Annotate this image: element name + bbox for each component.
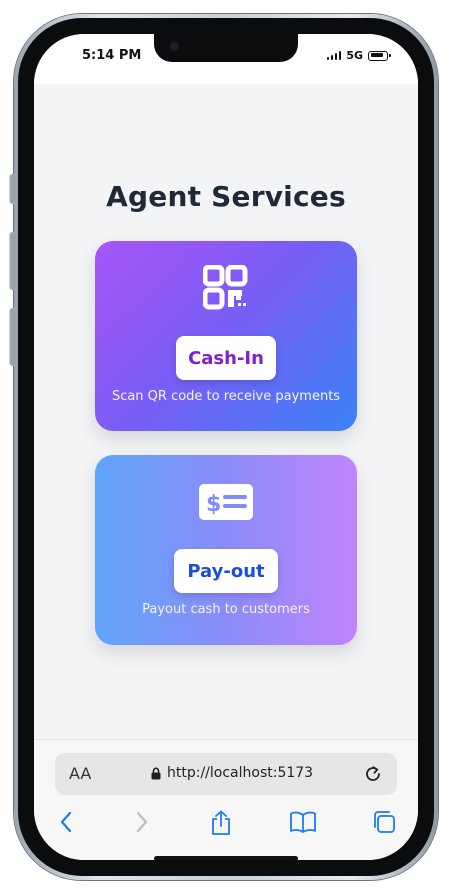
notch (154, 34, 298, 62)
home-indicator[interactable] (154, 856, 298, 860)
volume-up-button (9, 232, 15, 290)
cash-in-button[interactable]: Cash-In (176, 336, 276, 380)
back-icon[interactable] (58, 810, 76, 834)
payout-description: Payout cash to customers (142, 602, 310, 617)
lock-icon (151, 767, 161, 779)
browser-toolbar (34, 810, 418, 840)
url-text: http://localhost:5173 (167, 765, 314, 781)
reload-icon[interactable] (363, 764, 383, 784)
page-title: Agent Services (106, 180, 346, 213)
status-bar: 5:14 PM 5G (34, 34, 418, 84)
tabs-icon[interactable] (372, 810, 396, 834)
cash-in-card[interactable]: Cash-In Scan QR code to receive payments (95, 241, 357, 431)
payout-button[interactable]: Pay-out (174, 549, 278, 593)
share-icon[interactable] (210, 810, 232, 836)
status-time: 5:14 PM (82, 48, 142, 63)
url-field[interactable]: http://localhost:5173 (151, 765, 313, 781)
status-indicators: 5G (326, 49, 391, 62)
forward-icon[interactable] (132, 810, 150, 834)
camera-icon (170, 42, 179, 51)
browser-bar: AA http://localhost:5173 (34, 739, 418, 860)
volume-down-button (9, 308, 15, 366)
text-size-button[interactable]: AA (69, 764, 91, 783)
bookmarks-icon[interactable] (289, 810, 317, 834)
address-bar[interactable]: AA http://localhost:5173 (55, 753, 397, 795)
cash-icon: $ (199, 484, 253, 520)
signal-icon (326, 51, 342, 60)
text-size-label: AA (69, 764, 92, 783)
qr-code-icon (203, 265, 248, 310)
screen: 5:14 PM 5G Agent Services Cash-In Scan Q… (34, 34, 418, 860)
cash-in-description: Scan QR code to receive payments (111, 389, 341, 404)
silent-switch (9, 174, 15, 204)
network-label: 5G (346, 49, 363, 62)
payout-card[interactable]: $ Pay-out Payout cash to customers (95, 455, 357, 645)
battery-icon (368, 50, 391, 61)
svg-text:$: $ (206, 492, 221, 517)
